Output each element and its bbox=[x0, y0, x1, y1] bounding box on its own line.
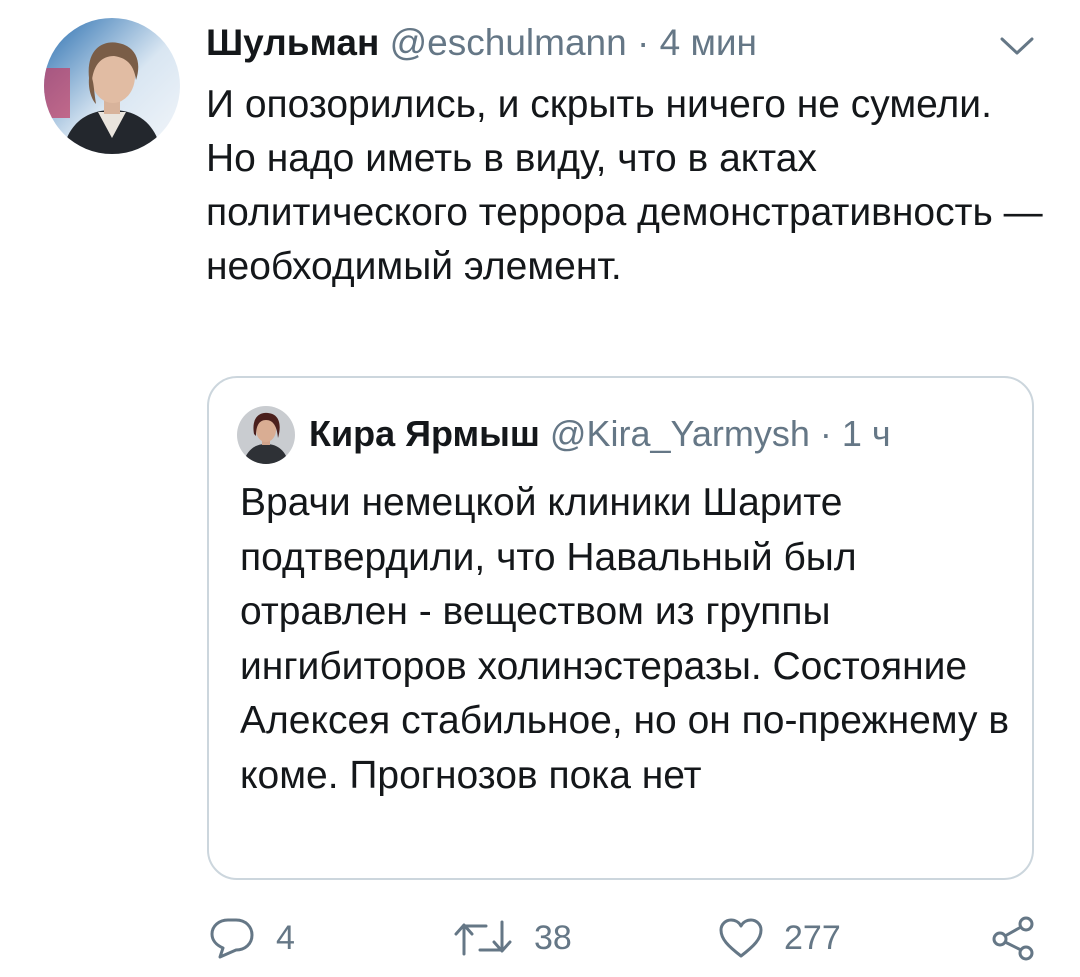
separator-dot: · bbox=[636, 22, 650, 63]
separator-dot: · bbox=[819, 413, 832, 454]
reply-button[interactable]: 4 bbox=[208, 908, 295, 968]
quoted-tweet-text: Врачи немецкой клиники Шарите подтвердил… bbox=[240, 481, 1010, 797]
author-avatar[interactable] bbox=[44, 18, 180, 154]
reply-count: 4 bbox=[276, 918, 295, 957]
share-button[interactable] bbox=[990, 908, 1036, 968]
retweet-count: 38 bbox=[534, 918, 572, 957]
retweet-icon bbox=[452, 916, 514, 960]
share-icon bbox=[990, 915, 1036, 961]
tweet-text: И опозорились, и скрыть ничего не сумели… bbox=[206, 83, 1043, 288]
quoted-tweet[interactable]: Кира Ярмыш @Kira_Yarmysh · 1 ч Врачи нем… bbox=[207, 376, 1034, 880]
quoted-tweet-time[interactable]: 1 ч bbox=[842, 413, 891, 454]
author-name[interactable]: Шульман bbox=[206, 22, 379, 63]
like-button[interactable]: 277 bbox=[718, 908, 841, 968]
tweet-time[interactable]: 4 мин bbox=[660, 22, 757, 63]
reply-icon bbox=[208, 915, 256, 961]
quoted-author-avatar[interactable] bbox=[237, 406, 295, 464]
quoted-tweet-header: Кира Ярмыш @Kira_Yarmysh · 1 ч bbox=[309, 410, 891, 458]
retweet-button[interactable]: 38 bbox=[452, 908, 572, 968]
author-handle[interactable]: @eschulmann bbox=[390, 22, 627, 63]
like-count: 277 bbox=[784, 918, 841, 957]
chevron-down-icon[interactable] bbox=[998, 34, 1036, 58]
tweet: Шульман @eschulmann · 4 мин И опозорилис… bbox=[0, 0, 1080, 977]
heart-icon bbox=[718, 917, 764, 959]
quoted-author-name[interactable]: Кира Ярмыш bbox=[309, 413, 540, 454]
quoted-author-handle[interactable]: @Kira_Yarmysh bbox=[550, 413, 810, 454]
tweet-header: Шульман @eschulmann · 4 мин bbox=[206, 18, 757, 68]
tweet-actions: 4 38 277 bbox=[0, 908, 1080, 968]
